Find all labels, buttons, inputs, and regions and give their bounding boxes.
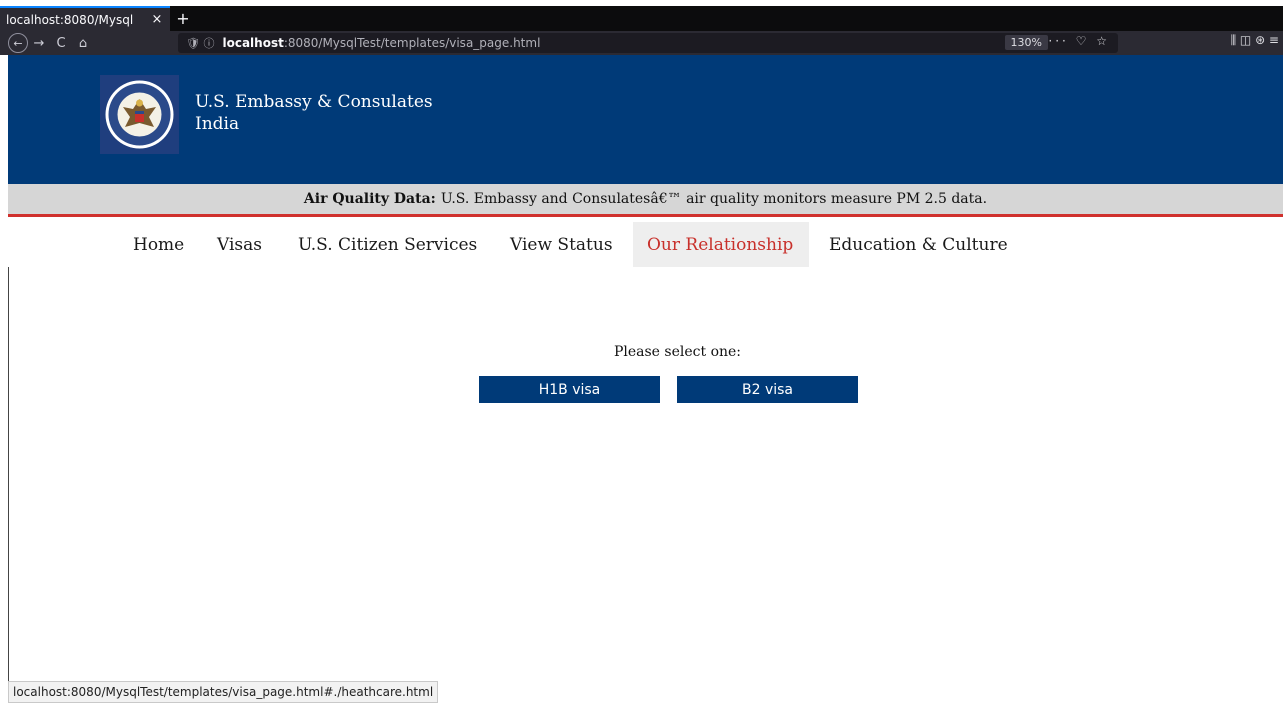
prompt-text: Please select one: [613,344,742,360]
browser-tab[interactable]: localhost:8080/Mysql × [0,6,170,31]
url-host: localhost [222,36,284,50]
browser-tab-bar: localhost:8080/Mysql × + [0,6,1283,31]
air-quality-banner: Air Quality Data: U.S. Embassy and Consu… [8,184,1283,217]
home-button[interactable]: ⌂ [72,33,94,53]
status-bar-url: localhost:8080/MysqlTest/templates/visa_… [8,681,439,703]
nav-item-visas[interactable]: Visas [217,222,262,267]
nav-item-our-relationship[interactable]: Our Relationship [633,222,809,267]
nav-item-education-culture[interactable]: Education & Culture [829,222,1008,267]
page-actions-icon[interactable]: ··· ♡ ☆ [1048,34,1110,48]
back-button[interactable]: ← [8,33,28,53]
h1b-visa-button[interactable]: H1B visa [479,376,660,403]
header-title-line2: India [195,114,240,134]
page-left-edge [8,267,9,687]
forward-button[interactable]: → [28,33,50,53]
header-title[interactable]: U.S. Embassy & Consulates India [195,91,433,135]
embassy-seal-icon[interactable] [100,75,179,154]
select-prompt: Please select one: [0,344,1283,360]
header-title-line1: U.S. Embassy & Consulates [195,92,433,112]
close-icon[interactable]: × [150,12,164,27]
seal-graphic [105,80,174,149]
nav-item-citizen-services[interactable]: U.S. Citizen Services [298,222,477,267]
site-info-icon[interactable]: 🛡 ⓘ [186,35,214,51]
url-path: :8080/MysqlTest/templates/visa_page.html [283,36,541,50]
nav-item-view-status[interactable]: View Status [510,222,613,267]
url-bar[interactable]: 🛡 ⓘ localhost :8080/MysqlTest/templates/… [178,33,1118,53]
site-header: U.S. Embassy & Consulates India [8,55,1283,184]
air-quality-label: Air Quality Data: [303,191,436,207]
air-quality-text: U.S. Embassy and Consulatesâ€™ air quali… [440,191,988,207]
browser-nav-bar: ← → C ⌂ 🛡 ⓘ localhost :8080/MysqlTest/te… [0,31,1283,55]
toolbar-icons[interactable]: ⫼ ◫ ⊛ ≡ [1231,33,1279,48]
zoom-indicator[interactable]: 130% [1004,35,1048,50]
nav-item-home[interactable]: Home [133,222,184,267]
reload-button[interactable]: C [50,33,72,53]
main-nav: Home Visas U.S. Citizen Services View St… [8,222,1283,267]
new-tab-button[interactable]: + [170,6,196,31]
b2-visa-button[interactable]: B2 visa [677,376,858,403]
tab-title: localhost:8080/Mysql [6,12,134,27]
